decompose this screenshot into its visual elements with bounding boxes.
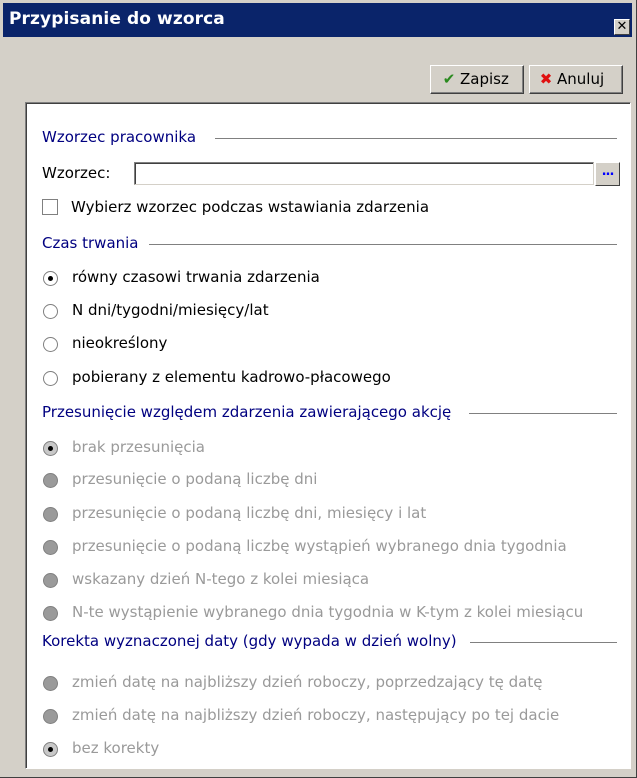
offset-option-label: wskazany dzień N-tego z kolei miesiąca bbox=[72, 570, 370, 588]
duration-radio-n-units[interactable] bbox=[43, 304, 58, 319]
save-button[interactable]: ✔ Zapisz bbox=[430, 65, 524, 94]
offset-option-label: przesunięcie o podaną liczbę dni, miesię… bbox=[72, 504, 427, 522]
close-button[interactable]: ✕ bbox=[614, 19, 630, 35]
duration-option-label[interactable]: N dni/tygodni/miesięcy/lat bbox=[72, 301, 269, 319]
cancel-button[interactable]: ✖ Anuluj bbox=[529, 65, 623, 94]
select-pattern-checkbox-label[interactable]: Wybierz wzorzec podczas wstawiania zdarz… bbox=[71, 198, 429, 216]
duration-option-label[interactable]: równy czasowi trwania zdarzenia bbox=[72, 268, 320, 286]
section-divider bbox=[469, 413, 617, 415]
section-duration: Czas trwania bbox=[42, 234, 617, 254]
offset-radio-nth-weekday-kth-month bbox=[43, 606, 58, 621]
duration-option-label[interactable]: nieokreślony bbox=[72, 334, 167, 352]
save-button-label: Zapisz bbox=[460, 70, 509, 88]
checkmark-icon: ✔ bbox=[442, 70, 456, 88]
offset-radio-days-months-years bbox=[43, 507, 58, 522]
section-heading: Wzorzec pracownika bbox=[42, 128, 197, 146]
offset-option-label: przesunięcie o podaną liczbę dni bbox=[72, 470, 318, 488]
section-offset: Przesunięcie względem zdarzenia zawieraj… bbox=[42, 403, 617, 423]
ellipsis-icon: ... bbox=[601, 164, 615, 179]
offset-option-label: przesunięcie o podaną liczbę wystąpień w… bbox=[72, 537, 567, 555]
duration-radio-hr-element[interactable] bbox=[43, 371, 58, 386]
section-heading: Czas trwania bbox=[42, 234, 139, 252]
correction-radio-previous-workday bbox=[43, 676, 58, 691]
dialog-window: Przypisanie do wzorca ✕ ✔ Zapisz ✖ Anuluj … bbox=[0, 0, 637, 778]
offset-radio-none bbox=[43, 441, 58, 456]
cancel-button-label: Anuluj bbox=[557, 70, 605, 88]
offset-option-label: brak przesunięcia bbox=[72, 438, 205, 456]
section-divider bbox=[215, 138, 617, 140]
pattern-input[interactable] bbox=[134, 162, 594, 185]
pattern-field-label: Wzorzec: bbox=[42, 164, 111, 182]
form-panel: Wzorzec pracownika Wzorzec: ... Wybierz … bbox=[25, 102, 631, 769]
section-divider bbox=[470, 642, 617, 644]
correction-option-label: zmień datę na najbliższy dzień roboczy, … bbox=[72, 673, 543, 691]
correction-option-label: bez korekty bbox=[72, 739, 160, 757]
duration-radio-undefined[interactable] bbox=[43, 337, 58, 352]
duration-option-label[interactable]: pobierany z elementu kadrowo-płacowego bbox=[72, 368, 391, 386]
section-heading: Przesunięcie względem zdarzenia zawieraj… bbox=[42, 403, 452, 421]
select-pattern-checkbox[interactable] bbox=[42, 199, 58, 215]
browse-button[interactable]: ... bbox=[595, 162, 620, 186]
offset-radio-weekday-occurrences bbox=[43, 540, 58, 555]
title-bar: Przypisanie do wzorca ✕ bbox=[3, 3, 632, 37]
offset-radio-nth-month-day bbox=[43, 573, 58, 588]
section-employee-pattern: Wzorzec pracownika bbox=[42, 128, 617, 148]
cross-icon: ✖ bbox=[539, 70, 553, 88]
duration-radio-event[interactable] bbox=[43, 271, 58, 286]
close-icon: ✕ bbox=[616, 19, 628, 34]
section-heading: Korekta wyznaczonej daty (gdy wypada w d… bbox=[42, 632, 457, 650]
offset-option-label: N-te wystąpienie wybranego dnia tygodnia… bbox=[72, 603, 584, 621]
section-divider bbox=[149, 244, 617, 246]
offset-radio-days bbox=[43, 473, 58, 488]
correction-radio-none bbox=[43, 742, 58, 757]
section-correction: Korekta wyznaczonej daty (gdy wypada w d… bbox=[42, 632, 617, 652]
correction-option-label: zmień datę na najbliższy dzień roboczy, … bbox=[72, 706, 560, 724]
correction-radio-next-workday bbox=[43, 709, 58, 724]
window-title: Przypisanie do wzorca bbox=[9, 9, 225, 29]
